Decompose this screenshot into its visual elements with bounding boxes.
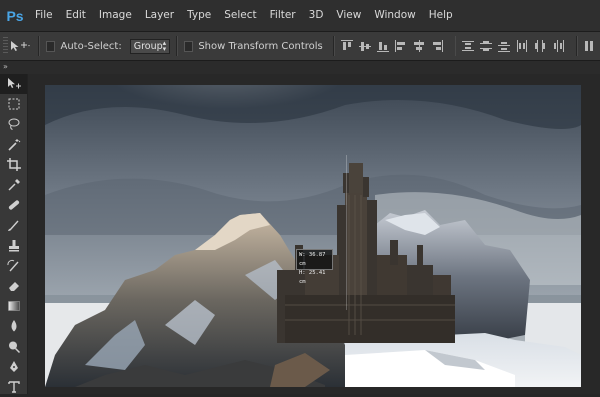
align-right-icon[interactable] [431, 40, 443, 52]
divider [454, 36, 457, 56]
clone-stamp-tool[interactable] [0, 236, 27, 256]
crop-icon [6, 157, 21, 171]
show-transform-checkbox[interactable] [183, 40, 194, 52]
measure-tooltip: W: 36.87 cm H: 25.41 cm [296, 249, 333, 285]
menu-3d[interactable]: 3D [304, 0, 332, 31]
distribute-controls [462, 40, 570, 52]
auto-select-checkbox[interactable] [46, 40, 56, 52]
menu-view[interactable]: View [331, 0, 369, 31]
menu-help[interactable]: Help [424, 0, 461, 31]
droplet-icon [11, 320, 16, 332]
gradient-tool[interactable] [0, 296, 27, 316]
menu-edit[interactable]: Edit [61, 0, 94, 31]
align-left-icon[interactable] [394, 40, 407, 52]
blur-tool[interactable] [0, 316, 27, 336]
align-hcenter-icon[interactable] [413, 40, 425, 52]
auto-select-value: Group [133, 40, 163, 52]
dodge-icon [8, 341, 20, 353]
history-brush-icon [6, 259, 19, 272]
tool-preset-picker[interactable] [8, 36, 32, 56]
pen-icon [9, 360, 18, 372]
eyedropper-icon [7, 179, 20, 191]
distribute-hcenter-icon[interactable] [534, 40, 546, 52]
double-chevron-icon[interactable]: » [3, 62, 8, 71]
gradient-icon [7, 301, 20, 311]
bandage-icon [8, 200, 19, 210]
distribute-top-icon[interactable] [462, 40, 475, 52]
divider [332, 36, 335, 56]
menu-file[interactable]: File [30, 0, 61, 31]
eraser-icon [8, 281, 19, 291]
quick-select-tool[interactable] [0, 135, 27, 155]
auto-select-label: Auto-Select: [60, 40, 122, 52]
marquee-tool[interactable] [0, 94, 27, 114]
photoshop-logo[interactable]: Ps [0, 0, 30, 31]
distribute-right-icon[interactable] [552, 40, 565, 52]
magic-wand-icon [7, 138, 20, 151]
eyedropper-tool[interactable] [0, 175, 27, 195]
measure-width: W: 36.87 cm [299, 252, 326, 267]
move-tool[interactable] [0, 74, 27, 95]
chevron-down-icon [28, 45, 31, 47]
stamp-icon [8, 239, 19, 252]
divider [38, 36, 41, 56]
brush-tool[interactable] [0, 215, 27, 235]
updown-arrows-icon: ▴ ▾ [162, 39, 167, 53]
distribute-vcenter-icon[interactable] [480, 40, 493, 52]
distribute-bottom-icon[interactable] [498, 40, 511, 52]
move-icon [7, 78, 21, 89]
align-vcenter-icon[interactable] [358, 40, 371, 52]
rectangular-marquee-icon [8, 98, 19, 110]
menu-window[interactable]: Window [369, 0, 423, 31]
crop-tool[interactable] [0, 155, 27, 175]
history-brush-tool[interactable] [0, 256, 27, 276]
panel-collapse-strip: » [0, 61, 600, 74]
options-bar: Auto-Select: Group ▴ ▾ Show Transform Con… [0, 32, 600, 61]
eraser-tool[interactable] [0, 276, 27, 296]
menu-filter[interactable]: Filter [265, 0, 304, 31]
auto-align-layers-icon[interactable] [584, 40, 594, 52]
healing-brush-tool[interactable] [0, 195, 27, 215]
menu-image[interactable]: Image [94, 0, 140, 31]
align-top-icon[interactable] [340, 40, 353, 52]
divider [576, 36, 579, 56]
align-bottom-icon[interactable] [376, 40, 389, 52]
show-transform-label: Show Transform Controls [198, 40, 323, 52]
document-canvas[interactable] [45, 85, 581, 387]
divider [176, 36, 178, 56]
type-icon [7, 381, 20, 393]
lasso-icon [8, 118, 19, 131]
auto-select-dropdown[interactable]: Group ▴ ▾ [129, 38, 171, 54]
dodge-tool[interactable] [0, 336, 27, 356]
menu-bar: Ps File Edit Image Layer Type Select Fil… [0, 0, 600, 32]
menu-type[interactable]: Type [182, 0, 219, 31]
brush-icon [7, 220, 19, 232]
measure-height: H: 25.41 cm [299, 270, 326, 285]
pen-tool[interactable] [0, 357, 27, 377]
align-controls [340, 40, 449, 52]
tools-panel [0, 74, 28, 394]
menu-select[interactable]: Select [219, 0, 264, 31]
move-tool-icon [11, 41, 31, 51]
menu-layer[interactable]: Layer [140, 0, 182, 31]
castle-mountain-image [45, 85, 581, 387]
distribute-left-icon[interactable] [516, 40, 528, 52]
lasso-tool[interactable] [0, 114, 27, 134]
